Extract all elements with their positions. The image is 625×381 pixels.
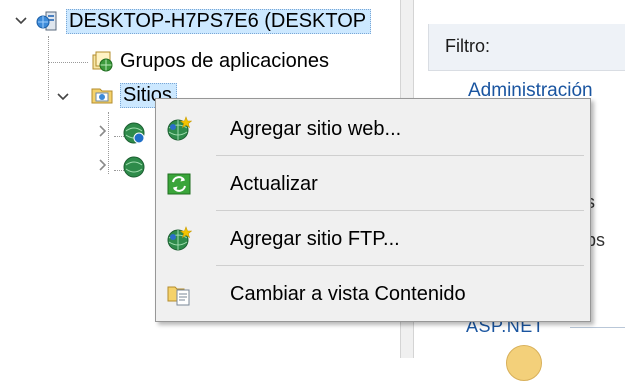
tree-node-server[interactable]: DESKTOP-H7PS7E6 (DESKTOP bbox=[36, 8, 372, 34]
server-icon bbox=[36, 9, 60, 33]
app-pools-label: Grupos de aplicaciones bbox=[120, 49, 330, 72]
globe-add-icon bbox=[166, 116, 192, 142]
filter-label: Filtro: bbox=[445, 36, 490, 56]
group-divider bbox=[570, 327, 625, 328]
tree-node-site[interactable] bbox=[122, 154, 152, 180]
feature-icon[interactable] bbox=[506, 345, 542, 381]
expand-site-chevron-icon[interactable] bbox=[96, 124, 110, 138]
expand-site-chevron-icon[interactable] bbox=[96, 158, 110, 172]
tree-node-app-pools[interactable]: Grupos de aplicaciones bbox=[90, 48, 329, 74]
menu-separator bbox=[216, 155, 584, 156]
globe-add-icon bbox=[166, 226, 192, 252]
server-label: DESKTOP-H7PS7E6 (DESKTOP bbox=[66, 8, 372, 34]
content-view-icon bbox=[166, 281, 192, 307]
filter-bar: Filtro: bbox=[428, 24, 625, 71]
refresh-icon bbox=[166, 171, 192, 197]
tree-connector bbox=[48, 62, 88, 63]
site-globe-icon bbox=[122, 121, 146, 145]
menu-item-add-website[interactable]: Agregar sitio web... bbox=[158, 107, 588, 151]
menu-item-label: Agregar sitio FTP... bbox=[230, 227, 400, 250]
expand-sites-chevron-icon[interactable] bbox=[56, 90, 70, 104]
menu-item-add-ftp-site[interactable]: Agregar sitio FTP... bbox=[158, 217, 588, 261]
menu-item-label: Agregar sitio web... bbox=[230, 117, 402, 140]
tree-node-site[interactable] bbox=[122, 120, 152, 146]
menu-separator bbox=[216, 210, 584, 211]
menu-item-label: Cambiar a vista Contenido bbox=[230, 282, 466, 305]
tree-connector bbox=[48, 36, 49, 100]
menu-separator bbox=[216, 265, 584, 266]
menu-item-label: Actualizar bbox=[230, 172, 318, 195]
sites-folder-icon bbox=[90, 83, 114, 107]
site-globe-icon bbox=[122, 155, 146, 179]
context-menu: Agregar sitio web... Actualizar Agregar … bbox=[155, 98, 591, 322]
app-pools-icon bbox=[90, 49, 114, 73]
menu-item-refresh[interactable]: Actualizar bbox=[158, 162, 588, 206]
menu-item-content-view[interactable]: Cambiar a vista Contenido bbox=[158, 272, 588, 316]
expand-server-chevron-icon[interactable] bbox=[14, 14, 28, 28]
